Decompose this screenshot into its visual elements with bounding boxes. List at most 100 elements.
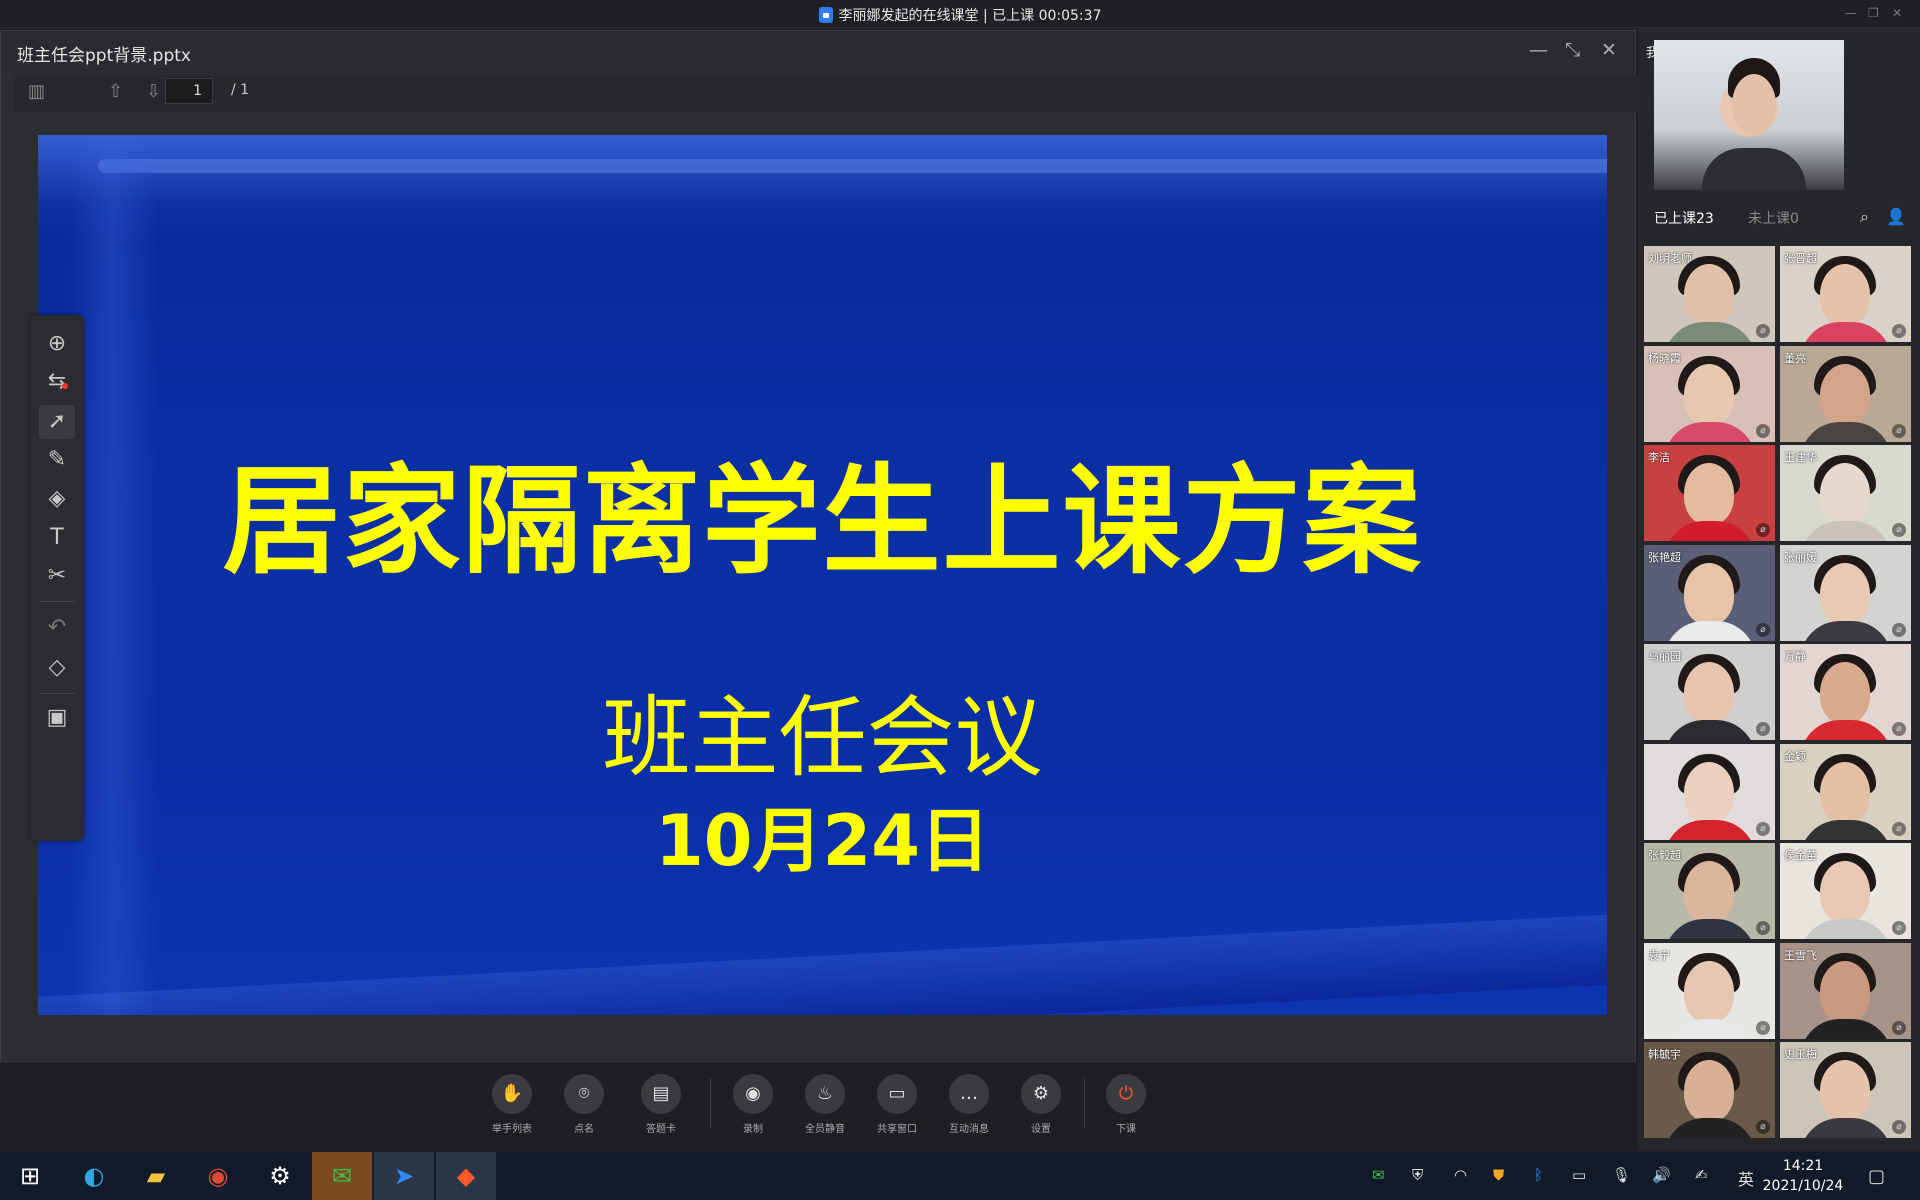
participant-tile[interactable]: 马丽园 ⌀ — [1644, 644, 1775, 740]
roll-call-button[interactable]: ⌾ 点名 — [554, 1074, 614, 1135]
participant-tile[interactable]: 李洁 ⌀ — [1644, 445, 1775, 541]
tab-absent[interactable]: 未上课0 — [1748, 208, 1799, 228]
search-icon[interactable]: ⌕ — [1860, 207, 1869, 227]
mic-muted-icon[interactable]: ⌀ — [1756, 523, 1770, 537]
toolbox-icon[interactable]: ▣ — [30, 701, 84, 735]
volume-icon[interactable]: 🔊 — [1652, 1166, 1671, 1184]
interactive-messages-button[interactable]: … 互动消息 — [939, 1074, 999, 1135]
tab-attending[interactable]: 已上课23 — [1654, 208, 1714, 228]
security-tray-icon[interactable]: ⛨ — [1412, 1166, 1423, 1184]
window-restore-button[interactable]: ❐ — [1868, 6, 1879, 20]
participant-tile[interactable]: 王建华 ⌀ — [1780, 445, 1911, 541]
participant-tile[interactable]: 袁宁 ⌀ — [1644, 942, 1775, 1039]
participant-tile[interactable]: 侯金苗 ⌀ — [1780, 843, 1911, 939]
page-number-input[interactable] — [165, 78, 213, 104]
participant-tile[interactable]: 史玉梅 ⌀ — [1780, 1042, 1911, 1138]
raise-hand-list-label: 举手列表 — [492, 1124, 532, 1135]
participant-tile[interactable]: ⌀ — [1644, 743, 1775, 840]
settings-gear-icon[interactable]: ⚙ — [250, 1152, 310, 1200]
viewer-close-button[interactable]: ✕ — [1601, 39, 1617, 61]
share-window-button[interactable]: ▭ 共享窗口 — [867, 1074, 927, 1135]
notification-icon[interactable]: ▢ — [1868, 1166, 1885, 1187]
mic-muted-icon[interactable]: ⌀ — [1756, 1120, 1770, 1134]
teacher-body — [1702, 148, 1806, 190]
mic-muted-icon[interactable]: ⌀ — [1892, 1020, 1906, 1035]
viewer-restore-button[interactable]: ⤡ — [1565, 39, 1580, 61]
message-icon: … — [949, 1074, 989, 1114]
participant-body — [1800, 521, 1892, 541]
mic-muted-icon[interactable]: ⌀ — [1756, 921, 1770, 935]
participant-tile[interactable]: 董亮 ⌀ — [1780, 345, 1911, 442]
mic-muted-icon[interactable]: ⌀ — [1892, 622, 1906, 637]
answer-card-button[interactable]: ▤ 答题卡 — [631, 1074, 691, 1135]
clock[interactable]: 14:21 2021/10/24 — [1758, 1156, 1848, 1196]
page-down-icon[interactable]: ⇩ — [146, 81, 161, 102]
mute-all-button[interactable]: ♨ 全员静音 — [795, 1074, 855, 1135]
participant-body — [1800, 1018, 1892, 1039]
mic-muted-icon[interactable]: ⌀ — [1892, 324, 1906, 338]
text-icon[interactable]: T — [30, 521, 84, 555]
mic-muted-icon[interactable]: ⌀ — [1756, 1020, 1770, 1035]
window-close-button[interactable]: ✕ — [1892, 6, 1902, 20]
wechat-tray-icon[interactable]: ✉ — [1372, 1166, 1385, 1184]
mic-muted-icon[interactable]: ⌀ — [1892, 423, 1906, 438]
network-icon[interactable]: ◠ — [1454, 1166, 1467, 1184]
mic-muted-icon[interactable]: ⌀ — [1756, 622, 1770, 637]
participant-tile[interactable]: 张丽媛 ⌀ — [1780, 544, 1911, 641]
scissors-icon[interactable]: ✂ — [30, 559, 84, 593]
add-page-icon[interactable]: ⊕ — [30, 327, 84, 361]
shapes-icon[interactable]: ◈ — [30, 482, 84, 516]
ppt-control-icon[interactable]: ⇆ — [30, 365, 84, 399]
participant-tile[interactable]: 张艳超 ⌀ — [1644, 544, 1775, 641]
microphone-icon[interactable]: 🎙 — [1612, 1166, 1631, 1184]
viewer-minimize-button[interactable]: — — [1529, 39, 1548, 61]
add-user-icon[interactable]: 👤 — [1886, 207, 1906, 226]
windows-start-icon[interactable]: ⊞ — [0, 1152, 60, 1200]
participant-tile[interactable]: 杨晓霞 ⌀ — [1644, 345, 1775, 442]
mic-muted-icon[interactable]: ⌀ — [1756, 821, 1770, 836]
battery-icon[interactable]: ▭ — [1572, 1166, 1586, 1184]
pointer-icon[interactable]: ➚ — [39, 405, 75, 439]
sidebar-toggle-icon[interactable]: ▥ — [28, 81, 45, 102]
window-minimize-button[interactable]: — — [1845, 6, 1857, 20]
participant-tile[interactable]: 张毅超 ⌀ — [1644, 843, 1775, 939]
participant-tile[interactable]: 张晋超 ⌀ — [1780, 246, 1911, 342]
ime-indicator[interactable]: 英 — [1738, 1166, 1754, 1190]
raise-hand-list-button[interactable]: ✋ 举手列表 — [482, 1074, 542, 1135]
mic-muted-icon[interactable]: ⌀ — [1756, 722, 1770, 736]
end-class-button[interactable]: ⏻ 下课 — [1096, 1074, 1156, 1135]
participant-tile[interactable]: 王雪飞 ⌀ — [1780, 942, 1911, 1039]
settings-button[interactable]: ⚙ 设置 — [1011, 1074, 1071, 1135]
location-icon: ⌾ — [564, 1074, 604, 1114]
teacher-video[interactable] — [1654, 40, 1844, 190]
participant-tile[interactable]: 万静 ⌀ — [1780, 644, 1911, 740]
mic-muted-icon[interactable]: ⌀ — [1892, 722, 1906, 736]
mic-muted-icon[interactable]: ⌀ — [1892, 821, 1906, 836]
participant-body — [1664, 1018, 1756, 1039]
participant-tile[interactable]: 金颖 ⌀ — [1780, 743, 1911, 840]
pen-tray-icon[interactable]: ✍ — [1695, 1166, 1708, 1184]
record-button[interactable]: ◉ 录制 — [723, 1074, 783, 1135]
mic-muted-icon[interactable]: ⌀ — [1756, 324, 1770, 338]
edge-icon[interactable]: ◐ — [64, 1152, 124, 1200]
bluetooth-icon[interactable]: ᛒ — [1534, 1166, 1543, 1184]
participant-tile[interactable]: 韩毓宇 ⌀ — [1644, 1042, 1775, 1138]
chrome-icon[interactable]: ◉ — [188, 1152, 248, 1200]
mic-muted-icon[interactable]: ⌀ — [1892, 921, 1906, 935]
participant-body — [1664, 620, 1756, 641]
pen-icon[interactable]: ✎ — [30, 443, 84, 477]
eraser-icon[interactable]: ◇ — [30, 651, 84, 685]
page-up-icon[interactable]: ⇧ — [108, 81, 123, 102]
mic-muted-icon[interactable]: ⌀ — [1892, 1120, 1906, 1134]
file-explorer-icon[interactable]: ▰ — [126, 1152, 186, 1200]
dingtalk-icon[interactable]: ➤ — [374, 1152, 434, 1200]
classroom-app-icon[interactable]: ◆ — [436, 1152, 496, 1200]
participant-tile[interactable]: 刘明老师 ⌀ — [1644, 246, 1775, 342]
mic-muted-icon[interactable]: ⌀ — [1756, 423, 1770, 438]
mic-muted-icon[interactable]: ⌀ — [1892, 523, 1906, 537]
participant-face — [1684, 463, 1734, 525]
participant-body — [1800, 819, 1892, 840]
wechat-icon[interactable]: ✉ — [312, 1152, 372, 1200]
undo-icon[interactable]: ↶ — [30, 611, 84, 645]
shield-icon[interactable]: ⛊ — [1493, 1166, 1504, 1184]
